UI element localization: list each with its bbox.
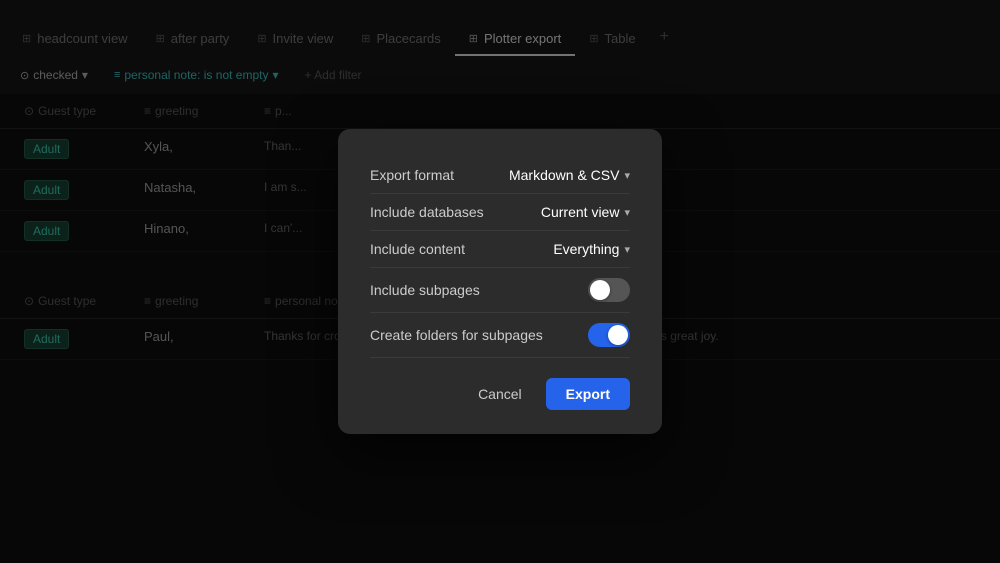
export-modal: Export format Markdown & CSV ▾ Include d… [338, 129, 662, 434]
include-content-row: Include content Everything ▾ [370, 231, 630, 268]
include-databases-value: Current view [541, 204, 620, 220]
include-databases-label: Include databases [370, 204, 484, 220]
cancel-button[interactable]: Cancel [466, 378, 534, 410]
create-folders-toggle[interactable] [588, 323, 630, 347]
include-databases-row: Include databases Current view ▾ [370, 194, 630, 231]
export-format-dropdown[interactable]: Markdown & CSV ▾ [509, 167, 630, 183]
export-format-label: Export format [370, 167, 454, 183]
include-content-chevron: ▾ [624, 243, 630, 256]
modal-footer: Cancel Export [370, 378, 630, 410]
export-format-value: Markdown & CSV [509, 167, 619, 183]
include-databases-chevron: ▾ [624, 206, 630, 219]
create-folders-label: Create folders for subpages [370, 327, 543, 343]
include-databases-dropdown[interactable]: Current view ▾ [541, 204, 630, 220]
export-button[interactable]: Export [546, 378, 630, 410]
include-content-label: Include content [370, 241, 465, 257]
modal-overlay: Export format Markdown & CSV ▾ Include d… [0, 0, 1000, 563]
export-format-chevron: ▾ [624, 169, 630, 182]
include-subpages-label: Include subpages [370, 282, 480, 298]
create-folders-row: Create folders for subpages [370, 313, 630, 358]
export-format-row: Export format Markdown & CSV ▾ [370, 157, 630, 194]
create-folders-thumb [608, 325, 628, 345]
include-subpages-toggle[interactable] [588, 278, 630, 302]
include-content-dropdown[interactable]: Everything ▾ [553, 241, 630, 257]
include-subpages-row: Include subpages [370, 268, 630, 313]
include-content-value: Everything [553, 241, 619, 257]
include-subpages-thumb [590, 280, 610, 300]
